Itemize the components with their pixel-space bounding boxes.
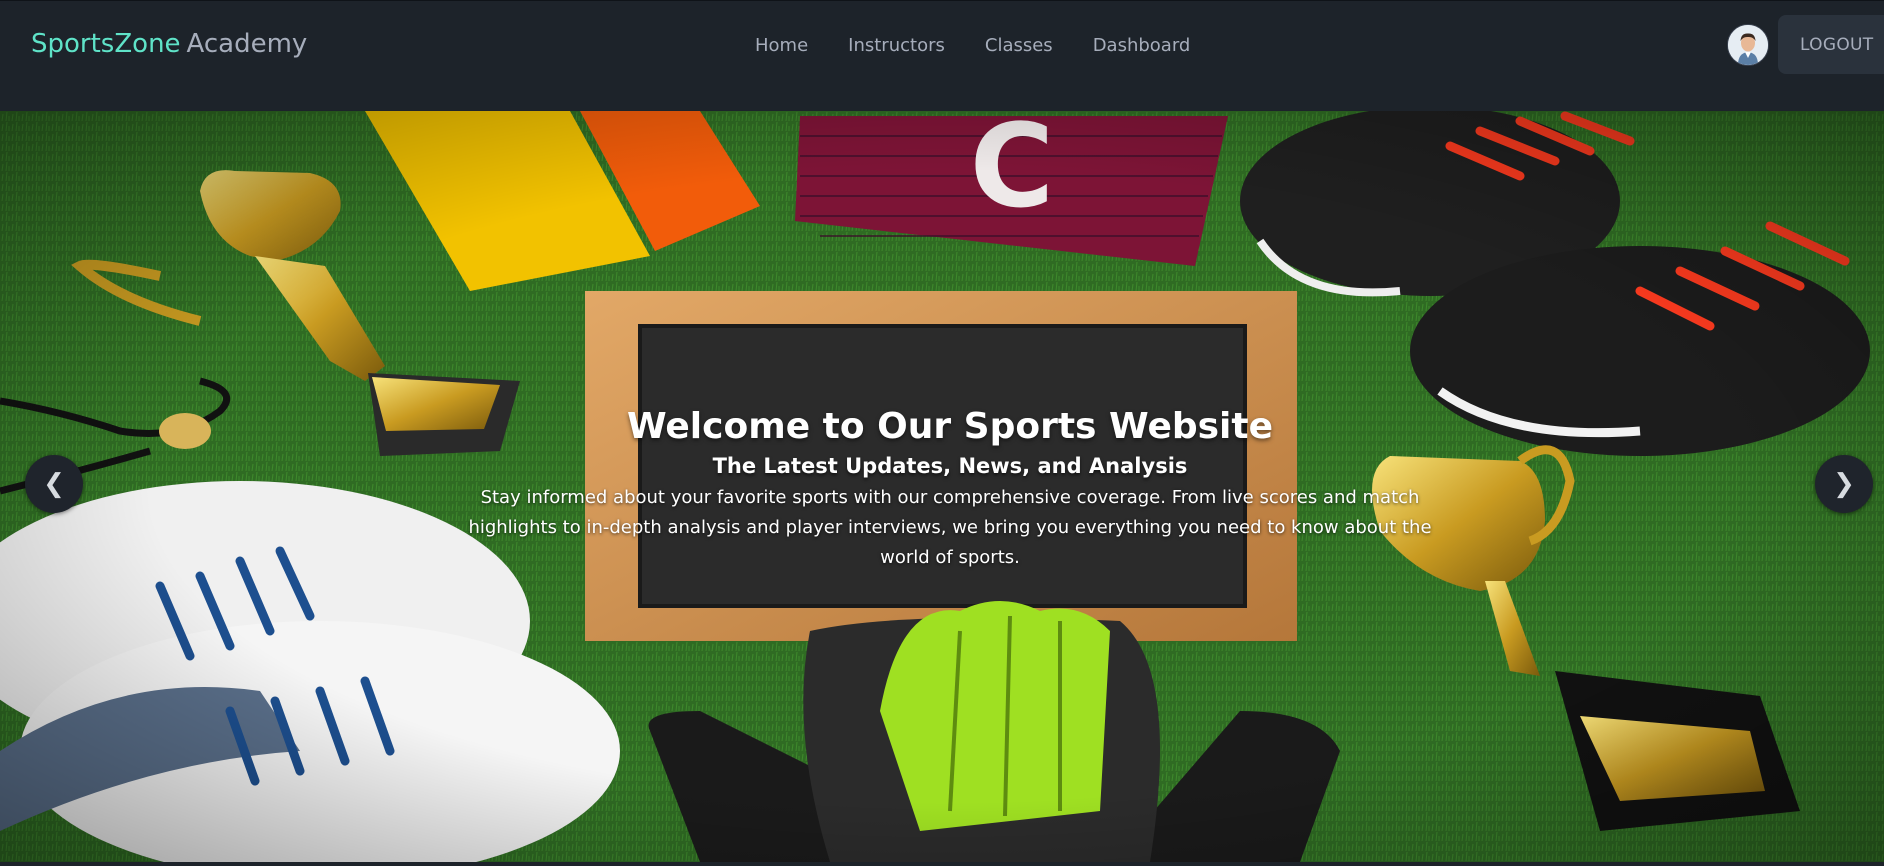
nav-item-classes[interactable]: Classes bbox=[965, 31, 1073, 60]
carousel-next-button[interactable]: ❯ bbox=[1815, 455, 1873, 513]
carousel-prev-button[interactable]: ❮ bbox=[25, 455, 83, 513]
hero-caption: Welcome to Our Sports Website The Latest… bbox=[460, 403, 1440, 573]
logout-button[interactable]: LOGOUT bbox=[1778, 15, 1884, 74]
hero-description: Stay informed about your favorite sports… bbox=[468, 487, 1432, 568]
hero-carousel: C bbox=[0, 111, 1884, 862]
nav-links: Home Instructors Classes Dashboard bbox=[735, 31, 1210, 60]
hero-subtitle: The Latest Updates, News, and Analysis bbox=[712, 454, 1188, 478]
page-bottom-edge bbox=[0, 862, 1884, 866]
chevron-right-icon: ❯ bbox=[1833, 469, 1855, 499]
hero-title: Welcome to Our Sports Website bbox=[626, 406, 1274, 447]
user-avatar[interactable] bbox=[1727, 24, 1769, 66]
chevron-left-icon: ❮ bbox=[43, 469, 65, 499]
nav-item-home[interactable]: Home bbox=[735, 31, 828, 60]
brand-secondary-text: Academy bbox=[186, 29, 308, 59]
brand-logo[interactable]: SportsZone Academy bbox=[31, 29, 307, 59]
nav-item-instructors[interactable]: Instructors bbox=[828, 31, 965, 60]
navbar: SportsZone Academy Home Instructors Class… bbox=[0, 0, 1884, 112]
user-avatar-icon bbox=[1728, 25, 1768, 65]
nav-item-dashboard[interactable]: Dashboard bbox=[1073, 31, 1211, 60]
brand-primary-text: SportsZone bbox=[31, 29, 181, 59]
